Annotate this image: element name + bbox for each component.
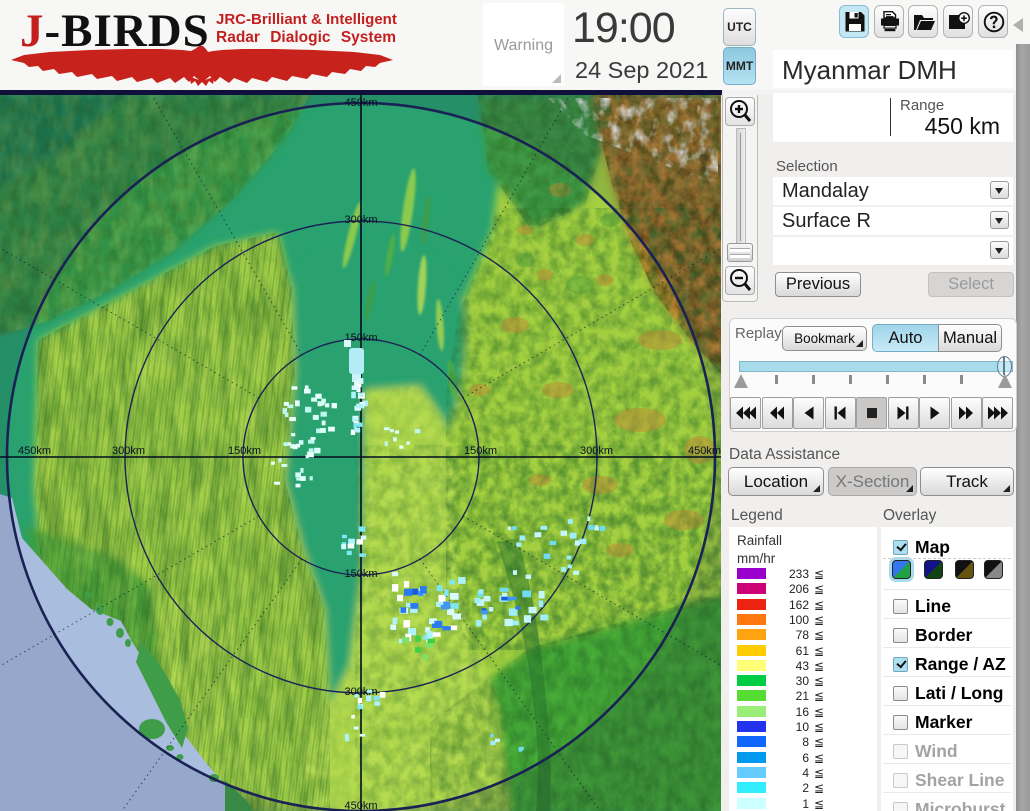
svg-text:300km: 300km (344, 686, 377, 698)
svg-text:300km: 300km (344, 214, 377, 226)
svg-text:450km: 450km (344, 800, 377, 811)
svg-text:150km: 150km (228, 445, 261, 457)
svg-text:150km: 150km (464, 445, 497, 457)
svg-text:300km: 300km (580, 445, 613, 457)
svg-text:150km: 150km (344, 568, 377, 580)
svg-text:450km: 450km (18, 445, 51, 457)
svg-text:300km: 300km (112, 445, 145, 457)
svg-text:450km: 450km (344, 97, 377, 109)
svg-text:450km: 450km (688, 445, 721, 457)
